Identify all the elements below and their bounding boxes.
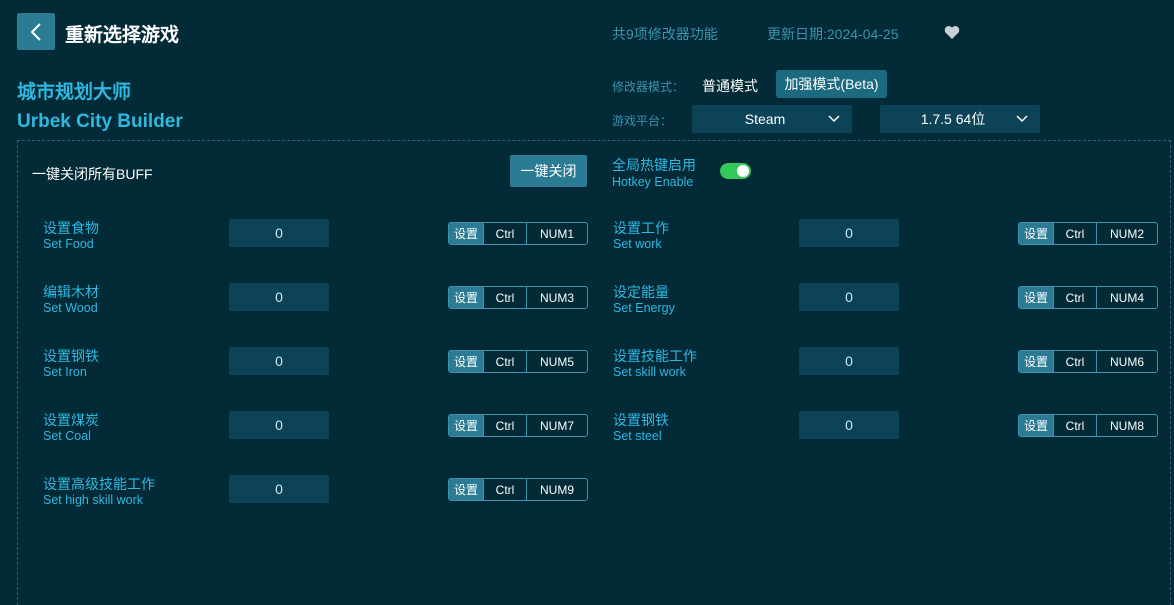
set-button[interactable]: 设置 [449,287,484,308]
hotkey-group: 设置 Ctrl NUM7 [448,414,588,437]
set-button[interactable]: 设置 [449,351,484,372]
set-button[interactable]: 设置 [449,223,484,244]
chevron-down-icon [828,115,840,123]
hotkey-toggle[interactable] [720,163,751,179]
game-name-en: Urbek City Builder [17,111,183,132]
modifier-key: Ctrl [1054,351,1097,372]
cheat-label-en: Set Energy [613,301,675,315]
cheat-label-cn: 设置煤炭 [43,412,99,428]
hotkey-key: NUM9 [539,482,574,497]
hotkey-key: NUM1 [539,226,574,241]
hotkey-group: 设置 Ctrl NUM2 [1018,222,1158,245]
cheat-label-en: Set Wood [43,301,98,315]
hotkey-key: NUM2 [1109,226,1144,241]
modifier-key: Ctrl [484,415,527,436]
platform-label: 游戏平台： [612,114,673,128]
cheat-label-cn: 编辑木材 [43,284,99,300]
value-input[interactable]: 0 [229,347,329,375]
page-title: 重新选择游戏 [65,25,180,46]
close-all-buff-label: 一键关闭所有BUFF [32,166,153,182]
beta-mode-button[interactable]: 加强模式(Beta) [776,70,887,98]
chevron-left-icon [30,22,41,41]
value-input[interactable]: 0 [229,283,329,311]
value-input[interactable]: 0 [229,475,329,503]
cheat-label-en: Set work [613,237,662,251]
version-select-value: 1.7.5 64位 [920,111,986,127]
hotkey-group: 设置 Ctrl NUM5 [448,350,588,373]
hotkey-key: NUM7 [539,418,574,433]
modifier-key: Ctrl [484,287,527,308]
value-input[interactable]: 0 [799,283,899,311]
value-input[interactable]: 0 [229,411,329,439]
modifier-key: Ctrl [484,223,527,244]
platform-select-value: Steam [744,111,786,127]
hotkey-key: NUM4 [1109,290,1144,305]
cheat-label-en: Set Coal [43,429,91,443]
cheat-label-en: Set Food [43,237,94,251]
hotkey-key: NUM5 [539,354,574,369]
version-select[interactable]: 1.7.5 64位 [880,105,1040,133]
cheat-label-en: Set steel [613,429,662,443]
heart-icon[interactable] [944,25,960,40]
hotkey-group: 设置 Ctrl NUM3 [448,286,588,309]
feature-count: 共9项修改器功能 [612,26,718,42]
set-button[interactable]: 设置 [449,479,484,500]
hotkey-label-cn: 全局热键启用 [612,157,696,173]
modifier-key: Ctrl [1054,287,1097,308]
hotkey-group: 设置 Ctrl NUM1 [448,222,588,245]
hotkey-group: 设置 Ctrl NUM6 [1018,350,1158,373]
modifier-key: Ctrl [1054,415,1097,436]
cheat-label-en: Set skill work [613,365,686,379]
cheat-label-cn: 设置食物 [43,220,99,236]
platform-select[interactable]: Steam [692,105,852,133]
set-button[interactable]: 设置 [449,415,484,436]
hotkey-key: NUM8 [1109,418,1144,433]
hotkey-group: 设置 Ctrl NUM9 [448,478,588,501]
mode-label: 修改器模式： [612,80,685,94]
toggle-knob [737,165,749,177]
hotkey-group: 设置 Ctrl NUM4 [1018,286,1158,309]
set-button[interactable]: 设置 [1019,415,1054,436]
back-button[interactable] [17,13,55,50]
cheat-label-cn: 设置工作 [613,220,669,236]
value-input[interactable]: 0 [799,411,899,439]
hotkey-key: NUM6 [1109,354,1144,369]
update-date: 更新日期:2024-04-25 [767,26,899,42]
value-input[interactable]: 0 [229,219,329,247]
cheat-label-en: Set high skill work [43,493,144,507]
game-name-cn: 城市规划大师 [17,82,132,103]
hotkey-key: NUM3 [539,290,574,305]
modifier-key: Ctrl [484,351,527,372]
close-all-button[interactable]: 一键关闭 [510,155,587,187]
cheat-label-en: Set Iron [43,365,87,379]
cheat-label-cn: 设置高级技能工作 [43,476,155,492]
chevron-down-icon [1016,115,1028,123]
hotkey-group: 设置 Ctrl NUM8 [1018,414,1158,437]
cheat-label-cn: 设置技能工作 [613,348,697,364]
cheat-label-cn: 设置钢铁 [613,412,669,428]
cheat-label-cn: 设定能量 [613,284,669,300]
value-input[interactable]: 0 [799,219,899,247]
hotkey-label-en: Hotkey Enable [612,175,694,189]
cheat-label-cn: 设置钢铁 [43,348,99,364]
modifier-key: Ctrl [484,479,527,500]
value-input[interactable]: 0 [799,347,899,375]
modifier-key: Ctrl [1054,223,1097,244]
cheat-panel [17,140,1171,605]
set-button[interactable]: 设置 [1019,351,1054,372]
set-button[interactable]: 设置 [1019,287,1054,308]
normal-mode-button[interactable]: 普通模式 [702,76,758,96]
set-button[interactable]: 设置 [1019,223,1054,244]
